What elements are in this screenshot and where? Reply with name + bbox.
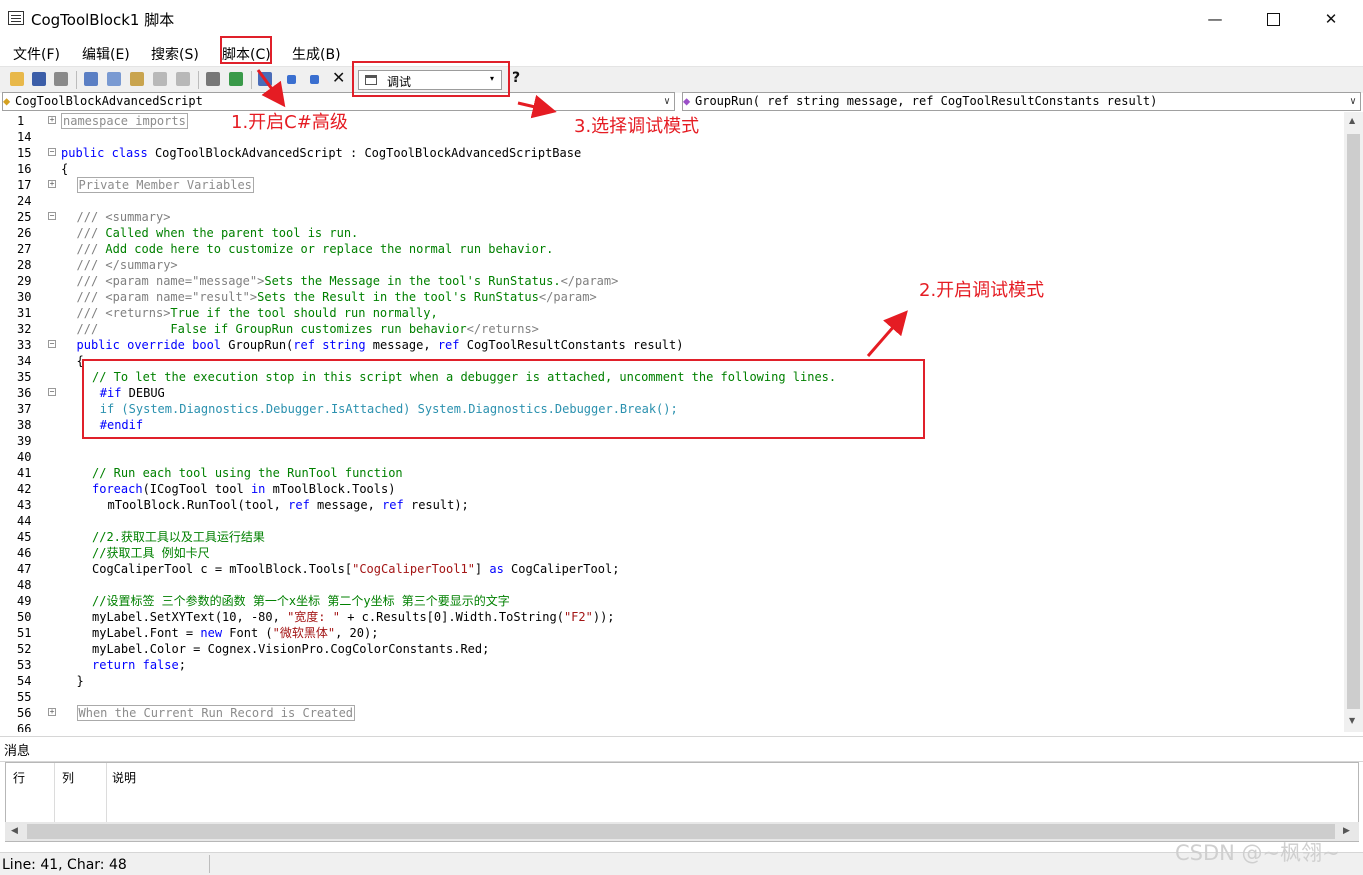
arrow-step2 — [866, 310, 908, 357]
arrow-step1 — [256, 69, 286, 108]
arrow-step3 — [517, 94, 557, 119]
annotation-arrows — [256, 69, 908, 357]
